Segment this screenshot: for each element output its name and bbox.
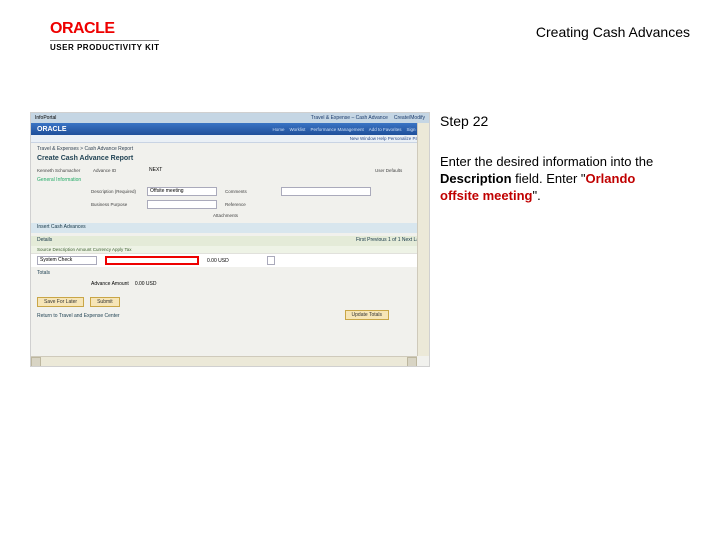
instruction-text: Enter the desired information into the D…	[440, 154, 670, 205]
comments-label: Comments	[225, 189, 273, 194]
apply-tax-checkbox[interactable]	[267, 256, 275, 265]
nav-link[interactable]: Performance Management	[310, 127, 363, 132]
brand-logo: ORACLE USER PRODUCTIVITY KIT	[50, 20, 159, 52]
nav-link[interactable]: Add to Favorites	[369, 127, 402, 132]
scroll-left-button[interactable]	[31, 357, 41, 367]
table-row: System Check 0.00 USD	[31, 253, 429, 267]
page-title: Creating Cash Advances	[536, 20, 690, 40]
employee-name: Kenneth Schumacher	[37, 168, 85, 173]
app-logo: ORACLE	[37, 126, 67, 133]
brand-subtitle: USER PRODUCTIVITY KIT	[50, 40, 159, 52]
section-general-info: General Information	[31, 175, 429, 185]
instruction-tail: ".	[532, 188, 540, 203]
instruction-mid: field. Enter "	[512, 171, 586, 186]
browser-tab: Travel & Expense – Cash Advance	[311, 115, 388, 121]
breadcrumb: Travel & Expenses > Cash Advance Report	[31, 143, 429, 155]
horizontal-scrollbar[interactable]	[31, 356, 417, 366]
table-header-row: Source Description Amount Currency Apply…	[31, 246, 429, 253]
browser-tab-bar: InfoPortal Travel & Expense – Cash Advan…	[31, 113, 429, 123]
app-header-bar: ORACLE Home Worklist Performance Managem…	[31, 123, 429, 135]
description-label: Description (Required)	[91, 189, 139, 194]
form-title: Create Cash Advance Report	[31, 155, 429, 165]
browser-tab: InfoPortal	[35, 115, 56, 121]
advance-amount-label: Advance Amount	[91, 281, 129, 287]
attachments-link[interactable]: Attachments	[213, 213, 261, 218]
step-number: Step 22	[440, 112, 670, 130]
description-input[interactable]: Offsite meeting	[147, 187, 217, 196]
comments-input[interactable]	[281, 187, 371, 196]
business-purpose-label: Business Purpose	[91, 202, 139, 207]
advance-id-value: NEXT	[149, 167, 162, 173]
subnav-links[interactable]: New Window Help Personalize Page	[31, 135, 429, 143]
description-field-highlight[interactable]	[105, 256, 199, 265]
update-totals-button[interactable]: Update Totals	[345, 310, 389, 320]
nav-link[interactable]: Worklist	[290, 127, 306, 132]
reference-label: Reference	[225, 202, 273, 207]
section-cash-advances: Insert Cash Advances	[31, 223, 429, 233]
details-label: Details	[37, 237, 52, 245]
vertical-scrollbar[interactable]	[417, 123, 429, 356]
browser-tab: Create/Modify	[394, 115, 425, 121]
embedded-app-screenshot: InfoPortal Travel & Expense – Cash Advan…	[30, 112, 430, 367]
totals-label: Totals	[31, 267, 429, 279]
amount-cell[interactable]: 0.00 USD	[207, 258, 259, 264]
advance-amount-value: 0.00 USD	[135, 281, 157, 287]
instruction-lead: Enter the desired information into the	[440, 154, 653, 169]
advance-id-label: Advance ID	[93, 168, 141, 173]
grid-pager[interactable]: First Previous 1 of 1 Next Last	[356, 237, 423, 245]
scroll-right-button[interactable]	[407, 357, 417, 367]
save-for-later-button[interactable]: Save For Later	[37, 297, 84, 307]
instruction-field-name: Description	[440, 171, 512, 186]
instruction-panel: Step 22 Enter the desired information in…	[440, 112, 670, 367]
oracle-wordmark: ORACLE	[50, 20, 159, 38]
user-defaults-link[interactable]: User Defaults	[375, 168, 423, 173]
submit-button[interactable]: Submit	[90, 297, 120, 307]
nav-link[interactable]: Home	[273, 127, 285, 132]
business-purpose-select[interactable]	[147, 200, 217, 209]
source-select[interactable]: System Check	[37, 256, 97, 265]
